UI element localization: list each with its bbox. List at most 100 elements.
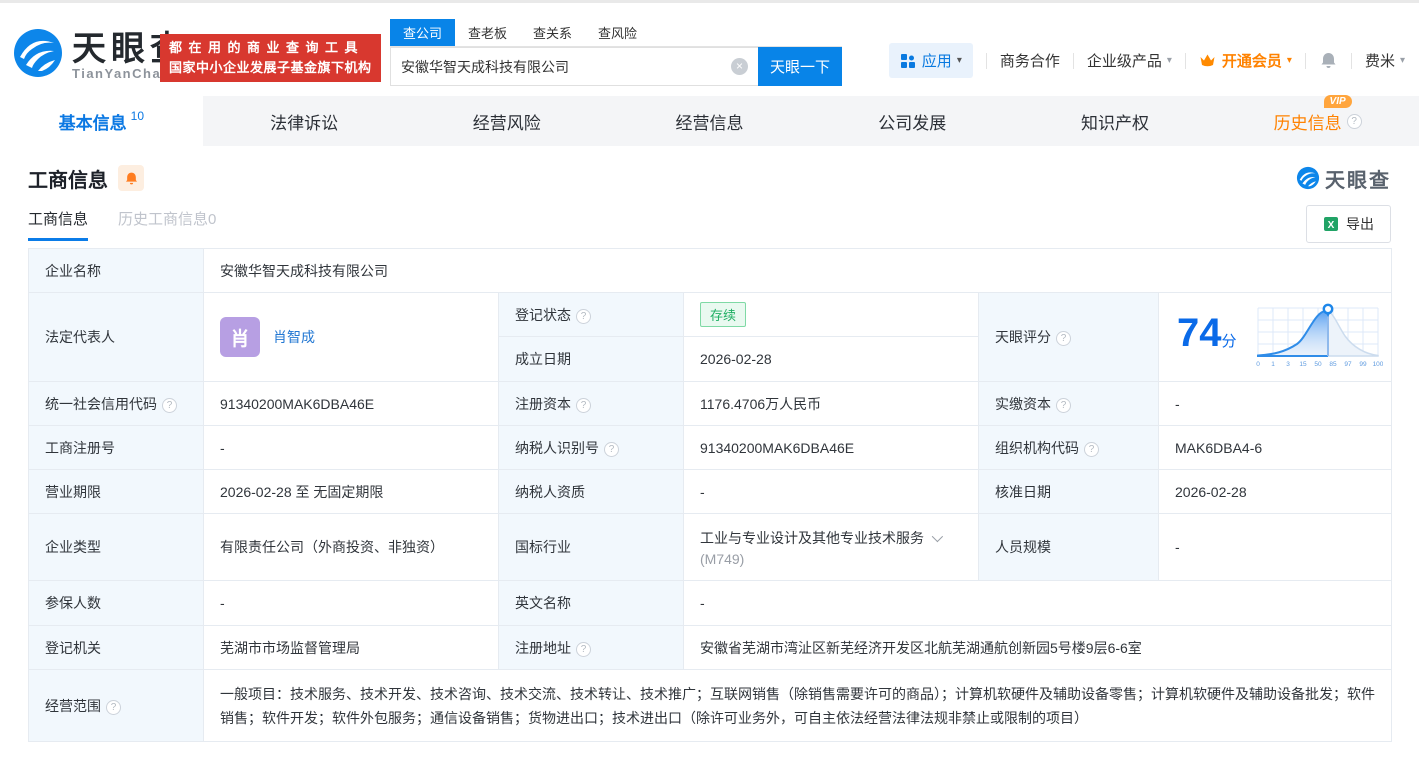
biz-term-label: 营业期限 [29, 470, 204, 514]
export-button[interactable]: X 导出 [1306, 205, 1391, 243]
tab-operating-info[interactable]: 经营信息 [608, 96, 811, 146]
divider [1073, 53, 1074, 69]
industry-code: (M749) [700, 551, 962, 567]
brand-slogan: 都在用的商业查询工具 国家中小企业发展子基金旗下机构 [160, 34, 381, 82]
taxpayer-id-value: 91340200MAK6DBA46E [684, 426, 979, 470]
reg-number-label: 工商注册号 [29, 426, 204, 470]
divider [1351, 53, 1352, 69]
tianyancha-logo-icon [12, 27, 64, 84]
reg-number-value: - [204, 426, 499, 470]
table-row: 法定代表人 肖 肖智成 登记状态? 存续 天眼评分? 74分 [29, 293, 1392, 337]
search-input[interactable] [390, 47, 758, 86]
search-tab-boss[interactable]: 查老板 [455, 19, 520, 46]
watermark-logo: 天眼查 [1296, 164, 1391, 193]
help-icon[interactable]: ? [106, 700, 121, 715]
status-badge: 存续 [700, 302, 746, 327]
search-tab-company[interactable]: 查公司 [390, 19, 455, 46]
approval-date-label: 核准日期 [979, 470, 1159, 514]
slogan-line2: 国家中小企业发展子基金旗下机构 [169, 58, 372, 78]
apps-grid-icon [900, 53, 916, 69]
paid-capital-value: - [1159, 382, 1392, 426]
apps-menu[interactable]: 应用 ▾ [889, 43, 973, 78]
legal-rep-avatar: 肖 [220, 317, 260, 357]
taxpayer-qual-value: - [684, 470, 979, 514]
tab-company-development[interactable]: 公司发展 [811, 96, 1014, 146]
nav-cooperation[interactable]: 商务合作 [1000, 50, 1060, 71]
help-icon[interactable]: ? [1347, 114, 1362, 129]
company-type-value: 有限责任公司（外商投资、非独资） [204, 514, 499, 581]
nav-open-vip[interactable]: 开通会员 ▾ [1199, 50, 1292, 71]
business-info-table: 企业名称 安徽华智天成科技有限公司 法定代表人 肖 肖智成 登记状态? 存续 天… [28, 248, 1392, 742]
svg-text:99: 99 [1359, 361, 1367, 368]
svg-text:100: 100 [1372, 361, 1382, 368]
section-title: 工商信息 [28, 164, 108, 193]
industry-label: 国标行业 [499, 514, 684, 581]
help-icon[interactable]: ? [576, 642, 591, 657]
staff-size-label: 人员规模 [979, 514, 1159, 581]
chevron-down-icon[interactable] [932, 530, 943, 541]
subtab-history-business-info[interactable]: 历史工商信息0 [118, 208, 216, 241]
reg-authority-label: 登记机关 [29, 626, 204, 670]
search-button[interactable]: 天眼一下 [758, 47, 842, 86]
score-value: 74分 [1177, 313, 1237, 362]
help-icon[interactable]: ? [604, 442, 619, 457]
top-nav: 应用 ▾ 商务合作 企业级产品 ▾ 开通会员 ▾ [889, 43, 1405, 78]
legal-rep-link[interactable]: 肖智成 [273, 327, 315, 347]
divider [1185, 53, 1186, 69]
insured-label: 参保人数 [29, 581, 204, 626]
bell-icon [124, 171, 139, 186]
bell-icon [1319, 51, 1338, 70]
svg-text:1: 1 [1271, 361, 1275, 368]
tab-history-info[interactable]: 历史信息 VIP ? [1216, 96, 1419, 146]
nav-enterprise[interactable]: 企业级产品 ▾ [1087, 50, 1172, 71]
clear-search-icon[interactable]: × [731, 58, 748, 75]
est-date-value: 2026-02-28 [684, 337, 979, 382]
svg-text:15: 15 [1299, 361, 1307, 368]
help-icon[interactable]: ? [1056, 398, 1071, 413]
address-value: 安徽省芜湖市湾沚区新芜经济开发区北航芜湖通航创新园5号楼9层6-6室 [684, 626, 1392, 670]
search-tab-risk[interactable]: 查风险 [585, 19, 650, 46]
help-icon[interactable]: ? [1084, 442, 1099, 457]
help-icon[interactable]: ? [1056, 331, 1071, 346]
help-icon[interactable]: ? [576, 309, 591, 324]
reg-capital-value: 1176.4706万人民币 [684, 382, 979, 426]
subscribe-bell-button[interactable] [118, 165, 144, 191]
scope-label: 经营范围? [29, 670, 204, 742]
table-row: 登记机关 芜湖市市场监督管理局 注册地址? 安徽省芜湖市湾沚区新芜经济开发区北航… [29, 626, 1392, 670]
crown-icon [1199, 53, 1216, 68]
apps-label: 应用 [922, 50, 952, 71]
divider [986, 53, 987, 69]
caret-down-icon: ▾ [957, 55, 962, 66]
svg-text:3: 3 [1286, 361, 1290, 368]
legal-rep-cell: 肖 肖智成 [204, 293, 499, 382]
tab-intellectual-property[interactable]: 知识产权 [1014, 96, 1217, 146]
address-label: 注册地址? [499, 626, 684, 670]
table-row: 企业名称 安徽华智天成科技有限公司 [29, 249, 1392, 293]
subtab-business-info[interactable]: 工商信息 [28, 208, 88, 241]
reg-status-label: 登记状态? [499, 293, 684, 337]
tianyancha-logo-icon [1296, 166, 1320, 190]
taxpayer-id-label: 纳税人识别号? [499, 426, 684, 470]
notifications-bell[interactable] [1319, 51, 1338, 70]
top-header: 天眼查 TianYanCha.com 都在用的商业查询工具 国家中小企业发展子基… [0, 0, 1419, 96]
staff-size-value: - [1159, 514, 1392, 581]
tab-operating-risk[interactable]: 经营风险 [405, 96, 608, 146]
search-tabs: 查公司 查老板 查关系 查风险 [390, 21, 842, 47]
tab-legal[interactable]: 法律诉讼 [203, 96, 406, 146]
tab-basic-info[interactable]: 基本信息 10 [0, 96, 203, 146]
industry-value: 工业与专业设计及其他专业技术服务 (M749) [684, 514, 979, 581]
help-icon[interactable]: ? [576, 398, 591, 413]
main-content: 工商信息 天眼查 工商信息 历史工商信息0 X 导出 [0, 162, 1419, 742]
slogan-line1: 都在用的商业查询工具 [169, 38, 372, 58]
score-cell: 74分 [1159, 293, 1392, 382]
company-name-label: 企业名称 [29, 249, 204, 293]
search-tab-relation[interactable]: 查关系 [520, 19, 585, 46]
divider [1305, 53, 1306, 69]
company-section-tabs: 基本信息 10 法律诉讼 经营风险 经营信息 公司发展 知识产权 历史信息 VI… [0, 96, 1419, 146]
taxpayer-qual-label: 纳税人资质 [499, 470, 684, 514]
approval-date-value: 2026-02-28 [1159, 470, 1392, 514]
user-menu[interactable]: 费米 ▾ [1365, 50, 1405, 71]
help-icon[interactable]: ? [162, 398, 177, 413]
svg-text:50: 50 [1314, 361, 1322, 368]
svg-text:97: 97 [1344, 361, 1352, 368]
